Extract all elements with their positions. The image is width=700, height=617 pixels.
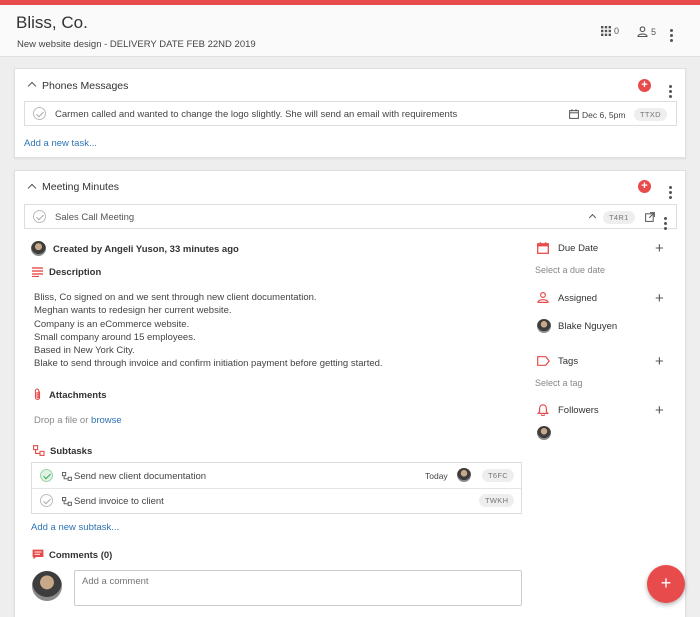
tag-icon [537, 356, 550, 366]
add-new-task-link[interactable]: Add a new task... [24, 138, 97, 149]
collapse-caret-icon[interactable] [27, 81, 37, 91]
subtask-tree-icon [62, 472, 72, 481]
add-task-plus-icon[interactable]: + [638, 79, 651, 92]
description-lines-icon [32, 267, 43, 277]
more-vertical-icon [662, 217, 668, 230]
attachments-label: Attachments [49, 390, 107, 401]
follower-avatar [537, 426, 551, 440]
task-check-icon[interactable] [33, 210, 46, 223]
description-line: Meghan wants to redesign her current web… [34, 305, 232, 317]
task-more-button[interactable] [662, 212, 668, 230]
subtask-list: Send new client documentation Today T6FC… [31, 462, 522, 514]
task-check-icon[interactable] [33, 107, 46, 120]
floating-add-button[interactable]: + [647, 565, 685, 603]
task-due-date: Dec 6, 5pm [582, 110, 626, 120]
phones-messages-card: Phones Messages + Carmen called and want… [14, 68, 686, 158]
bell-icon [537, 404, 549, 416]
comments-label: Comments (0) [49, 550, 113, 561]
task-title: Sales Call Meeting [55, 212, 135, 223]
calendar-icon [569, 109, 579, 119]
project-header: Bliss, Co. New website design - DELIVERY… [0, 5, 700, 57]
more-vertical-icon [668, 29, 674, 42]
add-due-date-button[interactable]: + [655, 241, 664, 256]
subtask-tree-icon [62, 497, 72, 506]
more-vertical-icon [667, 85, 673, 98]
assigned-label: Assigned [558, 293, 598, 304]
task-count-stat[interactable]: 0 [601, 26, 619, 36]
subtask-id-badge: T6FC [482, 469, 514, 482]
created-by-text: Created by Angeli Yuson, 33 minutes ago [53, 244, 239, 255]
description-line: Small company around 15 employees. [34, 331, 196, 343]
subtask-text: Send new client documentation [74, 471, 207, 482]
description-line: Based in New York City. [34, 345, 135, 357]
creator-avatar [31, 241, 46, 256]
meeting-minutes-card: Meeting Minutes + Sales Call Meeting T4R… [14, 170, 686, 617]
add-assignee-button[interactable]: + [655, 291, 664, 306]
followers-label: Followers [558, 405, 599, 416]
subtask-row[interactable]: Send new client documentation Today T6FC [32, 463, 521, 489]
comment-icon [32, 549, 44, 560]
description-line: Bliss, Co signed on and we sent through … [34, 292, 317, 303]
subtask-due: Today [425, 471, 448, 481]
due-date-label: Due Date [558, 243, 599, 254]
more-vertical-icon [667, 186, 673, 199]
due-date-hint[interactable]: Select a due date [535, 265, 605, 275]
collapse-task-icon[interactable] [588, 213, 597, 222]
task-id-badge: TTXD [634, 108, 667, 121]
open-external-icon[interactable] [645, 212, 655, 222]
project-title: Bliss, Co. [16, 13, 88, 32]
subtask-check-icon[interactable] [40, 494, 53, 507]
description-line: Company is an eCommerce website. [34, 318, 190, 330]
meeting-card-title: Meeting Minutes [42, 181, 120, 193]
member-count-stat[interactable]: 5 [637, 26, 656, 37]
description-body[interactable]: Bliss, Co signed on and we sent through … [34, 291, 383, 371]
description-line: Blake to send through invoice and confir… [34, 358, 383, 370]
assignee-icon [537, 292, 549, 303]
task-count-value: 0 [614, 26, 620, 36]
member-count-value: 5 [651, 26, 657, 37]
header-more-button[interactable] [668, 24, 674, 42]
add-subtask-link[interactable]: Add a new subtask... [31, 522, 119, 533]
add-task-plus-icon[interactable]: + [638, 180, 651, 193]
task-row[interactable]: Carmen called and wanted to change the l… [24, 101, 677, 126]
current-user-avatar [32, 571, 62, 601]
subtask-check-icon[interactable] [40, 469, 53, 482]
browse-link[interactable]: browse [91, 415, 122, 426]
subtask-row[interactable]: Send invoice to client TWKH [32, 489, 521, 513]
comment-input[interactable] [75, 571, 521, 592]
grid-icon [601, 26, 611, 36]
tags-label: Tags [558, 356, 579, 367]
phones-card-more-button[interactable] [667, 80, 673, 98]
subtask-assignee-avatar [457, 468, 471, 482]
assignee-avatar [537, 319, 551, 333]
drop-file-text: Drop a file or [34, 415, 89, 426]
meeting-card-more-button[interactable] [667, 181, 673, 199]
expanded-task-row[interactable]: Sales Call Meeting T4R1 [24, 204, 677, 230]
add-tag-button[interactable]: + [655, 354, 664, 369]
task-id-badge: T4R1 [603, 211, 635, 224]
attachment-dropzone[interactable]: Drop a file or browse [34, 415, 122, 426]
subtasks-icon [33, 445, 45, 456]
description-label: Description [49, 267, 102, 278]
subtasks-label: Subtasks [50, 446, 93, 457]
task-text: Carmen called and wanted to change the l… [55, 109, 458, 120]
paperclip-icon [34, 388, 41, 401]
user-icon [637, 26, 648, 37]
subtask-text: Send invoice to client [74, 496, 164, 507]
comment-field[interactable] [74, 570, 522, 606]
tags-hint[interactable]: Select a tag [535, 378, 583, 388]
subtask-id-badge: TWKH [479, 494, 515, 507]
project-subtitle: New website design - DELIVERY DATE FEB 2… [17, 39, 256, 50]
phones-card-title: Phones Messages [42, 80, 129, 92]
add-follower-button[interactable]: + [655, 403, 664, 418]
assignee-name[interactable]: Blake Nguyen [558, 321, 617, 332]
calendar-icon [537, 242, 549, 254]
collapse-caret-icon[interactable] [27, 183, 37, 193]
